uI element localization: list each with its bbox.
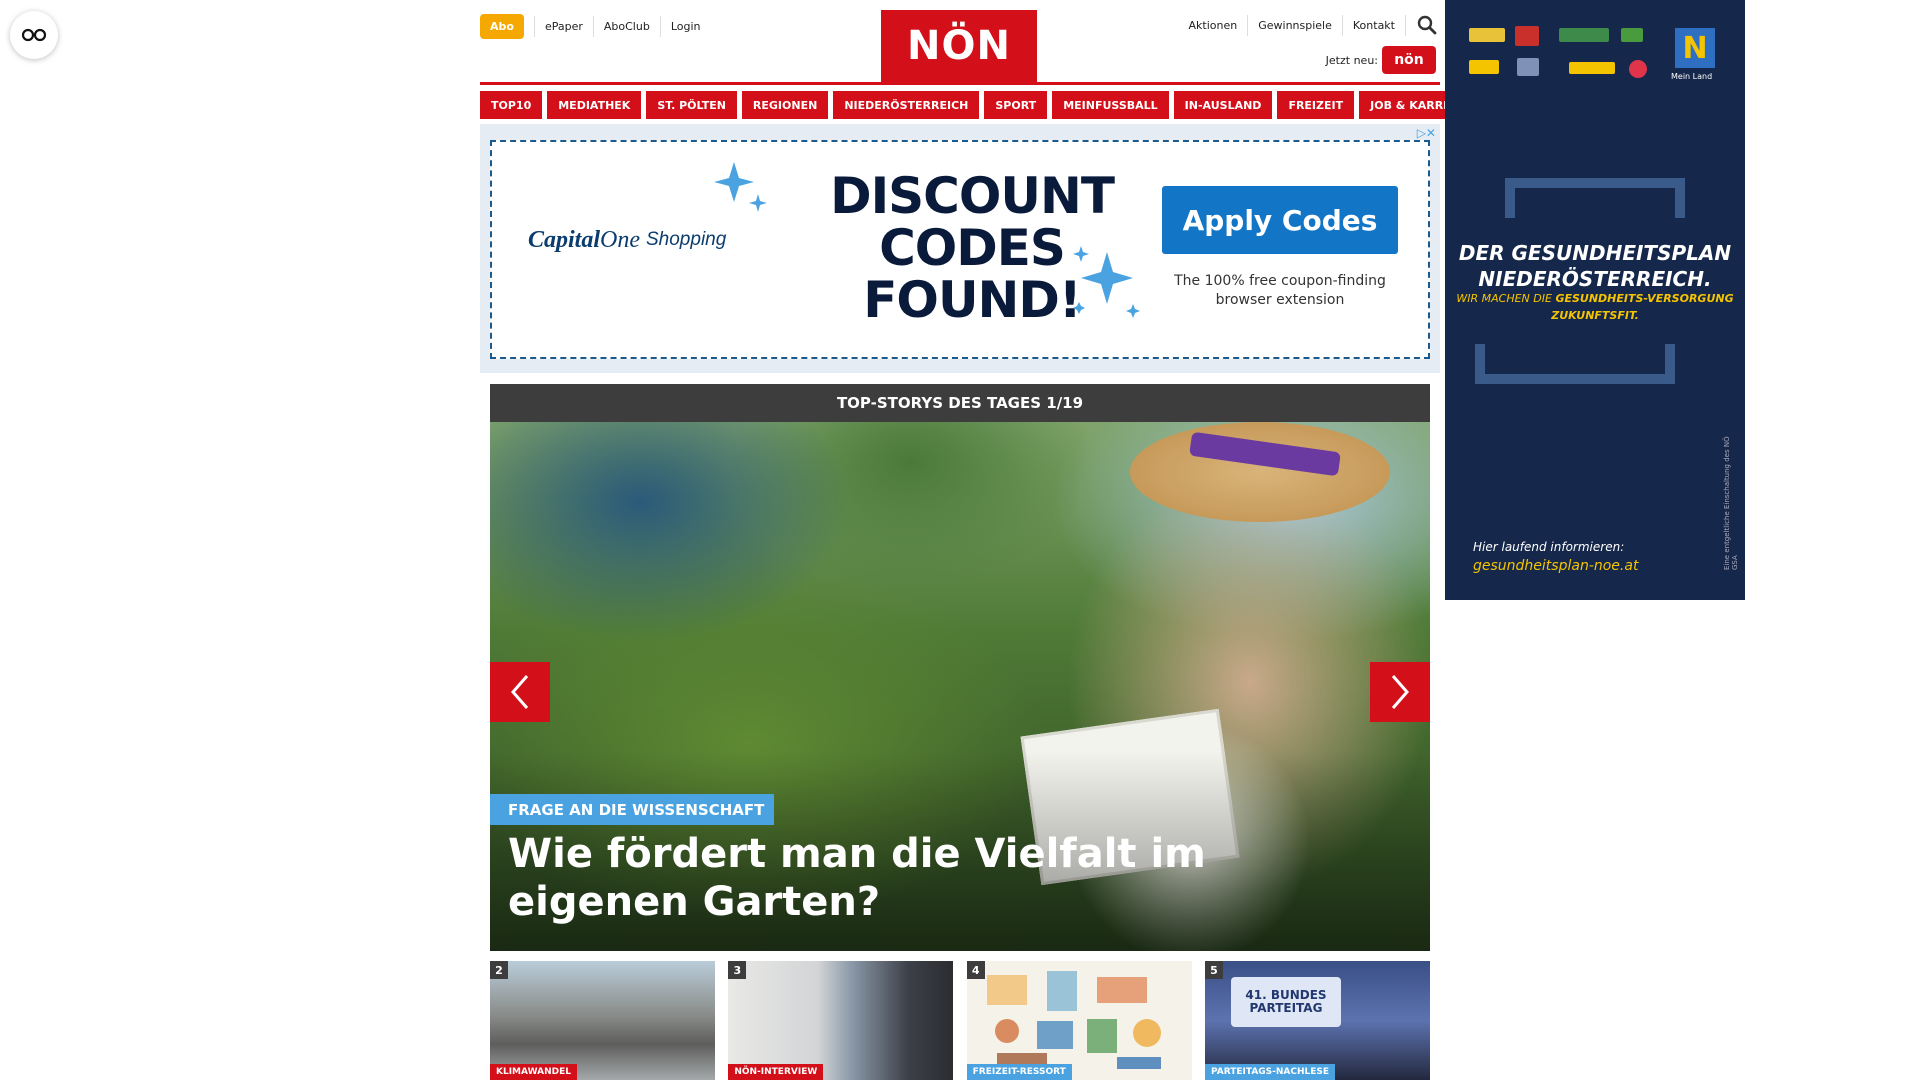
apply-codes-button[interactable]: Apply Codes bbox=[1162, 186, 1398, 254]
carousel-next-button[interactable] bbox=[1370, 662, 1430, 722]
sidebar-ad-info-label: Hier laufend informieren: bbox=[1473, 540, 1625, 554]
site-header: Abo ePaper AboClub Login NÖN Aktionen Ge… bbox=[480, 0, 1440, 82]
frame-decoration bbox=[1505, 178, 1685, 218]
top-stories-header: TOP-STORYS DES TAGES 1/19 bbox=[490, 384, 1430, 422]
sidebar-ad-subtitle: WIR MACHEN DIE GESUNDHEITS-VERSORGUNG ZU… bbox=[1456, 292, 1734, 322]
banner-ad[interactable]: ▷✕ CapitalOne Shopping DISCOUNT CODES FO… bbox=[480, 124, 1440, 373]
thumbnail-number: 4 bbox=[966, 961, 985, 979]
nav-item-meinfussball[interactable]: MEINFUSSBALL bbox=[1052, 91, 1169, 119]
aktionen-link[interactable]: Aktionen bbox=[1179, 14, 1249, 36]
jetzt-neu-badge[interactable]: nön bbox=[1382, 46, 1436, 74]
sidebar-ad-url[interactable]: gesundheitsplan-noe.at bbox=[1473, 558, 1638, 574]
partner-logo bbox=[1569, 62, 1615, 74]
hero-category-badge[interactable]: FRAGE AN DIE WISSENSCHAFT bbox=[490, 794, 775, 825]
login-link[interactable]: Login bbox=[659, 16, 711, 37]
ad-subtext: The 100% free coupon-finding browser ext… bbox=[1174, 273, 1386, 308]
hero-image-hat bbox=[1130, 422, 1390, 522]
noe-brand-logo: N bbox=[1675, 28, 1715, 68]
thumbnail-number: 5 bbox=[1204, 961, 1223, 979]
ad-choices-icon[interactable]: ▷✕ bbox=[1417, 126, 1436, 140]
nav-item-in-ausland[interactable]: IN-AUSLAND bbox=[1173, 91, 1273, 119]
story-thumbnail[interactable]: 4 FREIZEIT-RESSORT bbox=[966, 961, 1192, 1080]
sidebar-ad-disclaimer: Eine entgeltliche Einschaltung des NÖ GS… bbox=[1723, 436, 1739, 570]
illustration-image bbox=[986, 971, 1161, 1069]
frame-decoration bbox=[1475, 344, 1675, 384]
glasses-icon bbox=[21, 28, 47, 42]
search-icon[interactable] bbox=[1414, 14, 1440, 36]
hero-story[interactable]: FRAGE AN DIE WISSENSCHAFT Wie fördert ma… bbox=[490, 422, 1430, 951]
ad-brand-sub: Shopping bbox=[646, 229, 727, 250]
story-thumbnail[interactable]: 41. BUNDES PARTEITAG 5 PARTEITAGS-NACHLE… bbox=[1204, 961, 1430, 1080]
epaper-link[interactable]: ePaper bbox=[533, 16, 593, 37]
banner-ad-frame: CapitalOne Shopping DISCOUNT CODES FOUND… bbox=[490, 140, 1430, 359]
partner-logo bbox=[1515, 26, 1539, 46]
sparkle-icon bbox=[714, 162, 767, 212]
sidebar-ad[interactable]: N Mein Land DER GESUNDHEITSPLAN NIEDERÖS… bbox=[1445, 0, 1745, 600]
hero-title[interactable]: Wie fördert man die Vielfalt im eigenen … bbox=[508, 830, 1388, 926]
header-divider bbox=[480, 82, 1440, 85]
top-stories: TOP-STORYS DES TAGES 1/19 FRAGE AN DIE W… bbox=[490, 384, 1430, 951]
sidebar-ad-title: DER GESUNDHEITSPLAN NIEDERÖSTERREICH. bbox=[1458, 241, 1732, 291]
reader-mode-button[interactable] bbox=[10, 11, 58, 59]
parteitag-badge: 41. BUNDES PARTEITAG bbox=[1230, 977, 1341, 1027]
carousel-prev-button[interactable] bbox=[490, 662, 550, 722]
nav-item-top10[interactable]: TOP10 bbox=[480, 91, 543, 119]
section-nav: TOP10 MEDIATHEK ST. PÖLTEN REGIONEN NIED… bbox=[480, 91, 1482, 119]
nav-item-mediathek[interactable]: MEDIATHEK bbox=[547, 91, 642, 119]
nav-item-sport[interactable]: SPORT bbox=[984, 91, 1048, 119]
thumbnail-category: FREIZEIT-RESSORT bbox=[966, 1064, 1072, 1080]
sparkle-icon bbox=[1073, 246, 1140, 318]
noe-brand-label: Mein Land bbox=[1671, 72, 1713, 81]
thumbnail-category: KLIMAWANDEL bbox=[490, 1064, 577, 1080]
nav-item-niederoesterreich[interactable]: NIEDERÖSTERREICH bbox=[833, 91, 980, 119]
ad-brand-name: CapitalOne bbox=[528, 226, 640, 253]
story-thumbnails: 2 KLIMAWANDEL 3 NÖN-INTERVIEW 4 FREIZEIT… bbox=[490, 961, 1430, 1080]
jetzt-neu-label: Jetzt neu: bbox=[1325, 54, 1378, 67]
partner-logo bbox=[1469, 60, 1499, 74]
nav-item-freizeit[interactable]: FREIZEIT bbox=[1277, 91, 1355, 119]
top-nav-left: Abo ePaper AboClub Login bbox=[480, 14, 711, 39]
chevron-right-icon bbox=[1391, 675, 1409, 709]
thumbnail-number: 3 bbox=[728, 961, 747, 979]
kontakt-link[interactable]: Kontakt bbox=[1343, 14, 1406, 36]
thumbnail-category: PARTEITAGS-NACHLESE bbox=[1204, 1064, 1336, 1080]
partner-logo bbox=[1517, 58, 1539, 76]
partner-logo bbox=[1629, 60, 1647, 78]
nav-item-regionen[interactable]: REGIONEN bbox=[741, 91, 829, 119]
thumbnail-number: 2 bbox=[490, 961, 508, 979]
ad-brand-logo: CapitalOne Shopping bbox=[528, 218, 728, 262]
story-thumbnail[interactable]: 2 KLIMAWANDEL bbox=[490, 961, 715, 1080]
thumbnail-category: NÖN-INTERVIEW bbox=[728, 1064, 824, 1080]
story-thumbnail[interactable]: 3 NÖN-INTERVIEW bbox=[728, 961, 954, 1080]
partner-logo bbox=[1621, 28, 1643, 42]
gewinnspiele-link[interactable]: Gewinnspiele bbox=[1248, 14, 1343, 36]
abo-button[interactable]: Abo bbox=[480, 14, 524, 39]
aboclub-link[interactable]: AboClub bbox=[592, 16, 660, 37]
chevron-left-icon bbox=[511, 675, 529, 709]
site-logo[interactable]: NÖN bbox=[881, 10, 1037, 82]
partner-logo bbox=[1559, 28, 1609, 42]
top-nav-right: Aktionen Gewinnspiele Kontakt bbox=[1179, 14, 1440, 36]
partner-logo bbox=[1469, 28, 1505, 42]
page: Abo ePaper AboClub Login NÖN Aktionen Ge… bbox=[0, 0, 1920, 1080]
nav-item-st-poelten[interactable]: ST. PÖLTEN bbox=[646, 91, 737, 119]
